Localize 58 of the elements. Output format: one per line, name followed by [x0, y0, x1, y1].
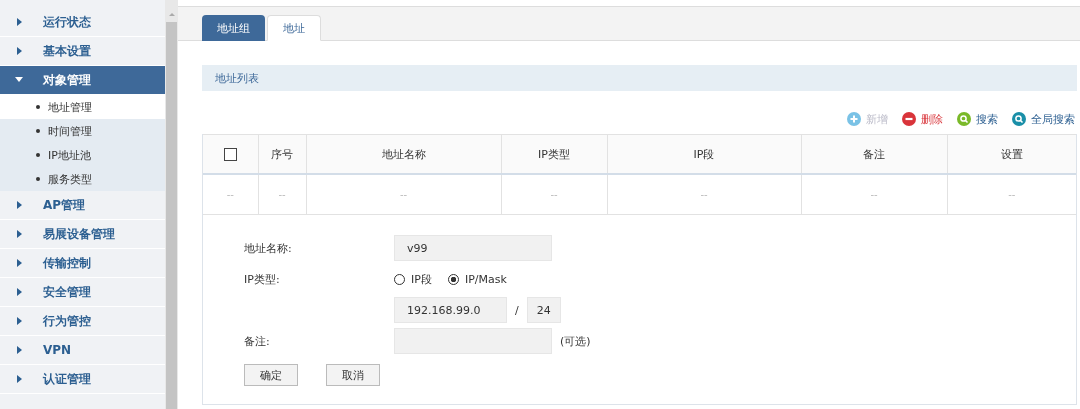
caret-right-icon [14, 17, 24, 27]
table-cell: -- [1008, 189, 1016, 200]
scroll-thumb[interactable] [166, 22, 177, 409]
search-icon [957, 112, 971, 126]
table-cell: -- [278, 189, 286, 200]
radio-button[interactable]: IP/Mask [447, 272, 507, 286]
bullet-icon [36, 177, 40, 181]
input-field[interactable]: 192.168.99.0 [394, 297, 507, 323]
column-header: 地址名称 [381, 147, 426, 161]
nav-item[interactable]: 对象管理 [0, 66, 165, 95]
table-cell: -- [700, 189, 708, 200]
tab[interactable]: 地址 [267, 15, 321, 41]
bullet-icon [36, 129, 40, 133]
caret-right-icon [14, 200, 24, 210]
tab[interactable]: 地址组 [202, 15, 265, 41]
scroll-up-icon[interactable] [168, 13, 175, 16]
nav-subitem[interactable]: 地址管理 [0, 95, 165, 119]
column-header: 备注 [863, 147, 885, 161]
form-button[interactable]: 确定 [244, 364, 298, 386]
input-field[interactable]: 24 [526, 297, 561, 323]
field-label: 地址名称: [244, 241, 292, 255]
caret-right-icon [14, 229, 24, 239]
column-header: IP类型 [538, 147, 570, 161]
table-cell: -- [870, 189, 878, 200]
section-title: 地址列表 [215, 70, 259, 86]
nav-subitem[interactable]: IP地址池 [0, 143, 165, 167]
add-icon [847, 112, 861, 126]
nav-subitem[interactable]: 时间管理 [0, 119, 165, 143]
caret-right-icon [14, 316, 24, 326]
table-cell: -- [226, 189, 234, 200]
scrollbar[interactable] [165, 0, 178, 409]
caret-right-icon [14, 258, 24, 268]
bullet-icon [36, 105, 40, 109]
field-label: IP类型: [244, 272, 280, 286]
nav-subitem[interactable]: 服务类型 [0, 167, 165, 191]
table-cell: -- [399, 189, 408, 200]
checkbox[interactable] [223, 147, 237, 161]
table-cell: -- [550, 189, 558, 200]
separator: / [515, 303, 519, 317]
input-field[interactable] [394, 328, 552, 354]
caret-right-icon [14, 345, 24, 355]
bullet-icon [36, 153, 40, 157]
search-icon [1012, 112, 1026, 126]
column-header: 序号 [271, 147, 293, 161]
minus-icon [902, 112, 916, 126]
toolbar-button[interactable]: 搜索 [957, 112, 998, 126]
toolbar-button[interactable]: 全局搜索 [1012, 112, 1075, 126]
caret-right-icon [14, 287, 24, 297]
caret-right-icon [14, 46, 24, 56]
toolbar-button[interactable]: 删除 [902, 112, 943, 126]
column-header: 设置 [1000, 147, 1023, 161]
caret-right-icon [14, 374, 24, 384]
field-label: 备注: [244, 334, 270, 348]
optional-hint: (可选) [560, 333, 591, 349]
column-header: IP段 [693, 147, 715, 161]
radio-button[interactable]: IP段 [394, 271, 432, 287]
input-field[interactable]: v99 [394, 235, 552, 261]
form-button[interactable]: 取消 [326, 364, 380, 386]
